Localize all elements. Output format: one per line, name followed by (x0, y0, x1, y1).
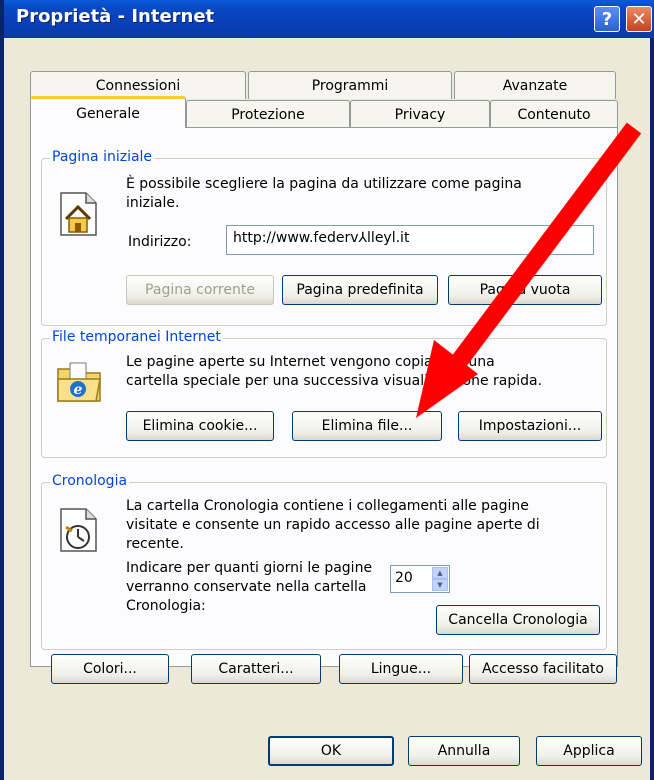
history-group: Cronologia La cartella Cronologia contie… (41, 473, 607, 650)
history-description-line2: visitate e consente un rapido accesso al… (126, 517, 540, 533)
button-label: Elimina file... (321, 418, 413, 434)
history-description-line3: recente. (126, 536, 184, 552)
chevron-up-icon: ▲ (437, 569, 443, 577)
apply-button[interactable]: Applica (536, 736, 642, 766)
button-label: Colori... (83, 661, 137, 677)
ie-folder-icon: e (57, 362, 101, 402)
home-page-description-line2: iniziale. (126, 195, 180, 211)
tab-programmi[interactable]: Programmi (248, 71, 452, 99)
days-label-line3: Cronologia: (126, 598, 206, 614)
settings-button[interactable]: Impostazioni... (458, 411, 602, 441)
close-button[interactable]: ✕ (626, 6, 652, 32)
home-page-group: Pagina iniziale È possibile scegliere la… (41, 149, 607, 326)
tab-label: Contenuto (517, 106, 591, 123)
temporary-files-group-title: File temporanei Internet (50, 329, 223, 345)
increment-button[interactable]: ▲ (432, 567, 448, 579)
tab-generale[interactable]: Generale (30, 96, 186, 128)
colors-button[interactable]: Colori... (51, 654, 169, 684)
button-label: Applica (563, 743, 615, 759)
tab-label: Privacy (394, 106, 446, 123)
decrement-button[interactable]: ▼ (432, 579, 448, 591)
chevron-down-icon: ▼ (437, 581, 443, 589)
button-label: Caratteri... (218, 661, 294, 677)
cancel-button[interactable]: Annulla (408, 736, 520, 766)
days-stepper[interactable]: 20 ▲ ▼ (390, 565, 450, 593)
history-group-title: Cronologia (50, 473, 130, 489)
tab-label: Programmi (311, 77, 389, 94)
temporary-files-group: File temporanei Internet e Le pagine ape… (41, 329, 607, 458)
button-label: Annulla (437, 743, 491, 759)
tab-connessioni[interactable]: Connessioni (30, 71, 246, 99)
history-description-line1: La cartella Cronologia contiene i colleg… (126, 498, 529, 514)
home-page-group-title: Pagina iniziale (50, 149, 155, 165)
blank-page-button[interactable]: Pagina vuota (448, 275, 602, 305)
tab-label: Generale (76, 105, 140, 122)
days-label-line2: verranno conservate nella cartella (126, 579, 367, 595)
tab-label: Protezione (231, 106, 305, 123)
tab-label: Avanzate (502, 77, 568, 94)
button-label: Pagina vuota (479, 282, 571, 298)
accessibility-button[interactable]: Accesso facilitato (469, 654, 617, 684)
window-title: Proprietà - Internet (16, 6, 215, 27)
tab-privacy[interactable]: Privacy (350, 100, 490, 128)
address-input[interactable]: http://www.federv⅄lleyl.it (226, 225, 594, 255)
button-label: OK (320, 743, 342, 759)
close-icon: ✕ (631, 8, 647, 30)
current-page-button[interactable]: Pagina corrente (126, 275, 274, 305)
tab-protezione[interactable]: Protezione (186, 100, 350, 128)
days-stepper-buttons: ▲ ▼ (432, 567, 448, 591)
delete-files-button[interactable]: Elimina file... (292, 411, 442, 441)
internet-properties-window: Proprietà - Internet ? ✕ Connessioni Pro… (0, 0, 654, 780)
tab-label: Connessioni (95, 77, 181, 94)
button-label: Cancella Cronologia (448, 612, 588, 628)
button-label: Pagina predefinita (296, 282, 424, 298)
temporary-files-description-line2: cartella speciale per una successiva vis… (126, 373, 543, 389)
languages-button[interactable]: Lingue... (339, 654, 463, 684)
general-tab-panel: Pagina iniziale È possibile scegliere la… (30, 127, 618, 684)
svg-text:e: e (74, 382, 83, 398)
address-label: Indirizzo: (128, 234, 192, 250)
ok-button[interactable]: OK (268, 736, 394, 766)
temporary-files-description-line1: Le pagine aperte su Internet vengono cop… (126, 354, 495, 370)
default-page-button[interactable]: Pagina predefinita (282, 275, 438, 305)
tab-avanzate[interactable]: Avanzate (454, 71, 616, 99)
button-label: Accesso facilitato (482, 661, 604, 677)
button-label: Pagina corrente (145, 282, 255, 298)
clear-history-button[interactable]: Cancella Cronologia (436, 605, 600, 635)
button-label: Impostazioni... (478, 418, 582, 434)
days-value: 20 (395, 570, 413, 586)
button-label: Lingue... (370, 661, 432, 677)
days-label-line1: Indicare per quanti giorni le pagine (126, 560, 373, 576)
fonts-button[interactable]: Caratteri... (191, 654, 321, 684)
help-button[interactable]: ? (594, 6, 620, 32)
help-icon: ? (601, 8, 613, 30)
title-bar[interactable]: Proprietà - Internet ? ✕ (4, 0, 654, 38)
tab-contenuto[interactable]: Contenuto (490, 100, 618, 128)
button-label: Elimina cookie... (142, 418, 258, 434)
history-icon (60, 508, 97, 552)
delete-cookies-button[interactable]: Elimina cookie... (126, 411, 274, 441)
home-page-description-line1: È possibile scegliere la pagina da utili… (126, 176, 522, 192)
home-page-icon (60, 192, 97, 236)
